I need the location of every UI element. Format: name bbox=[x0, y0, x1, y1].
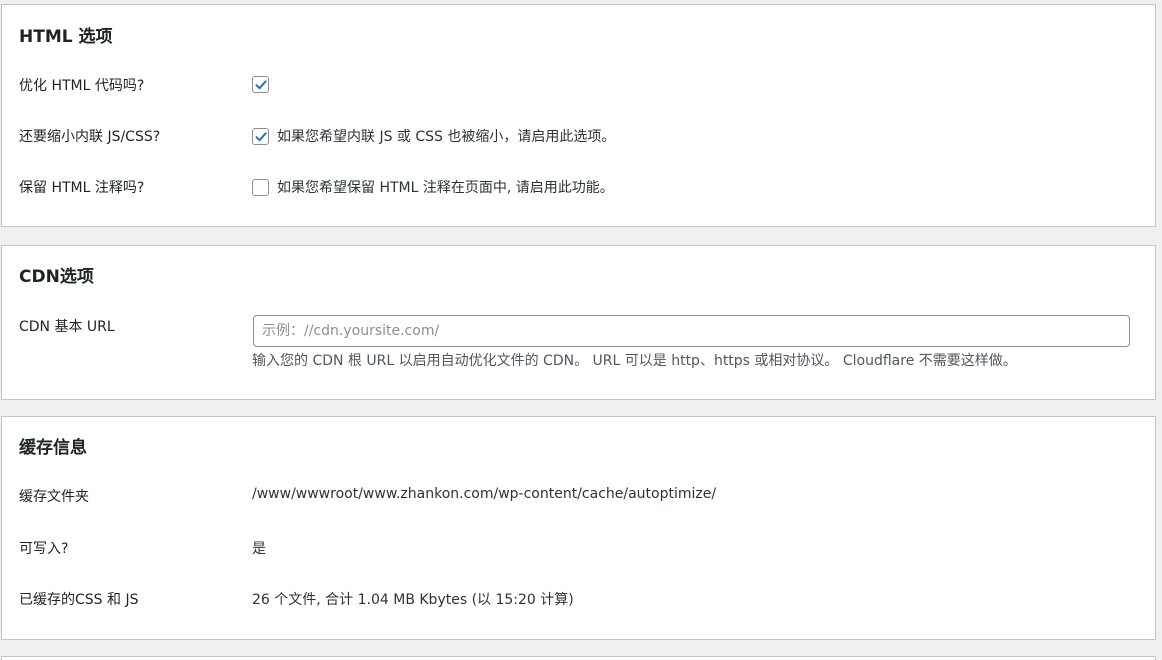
next-panel-edge bbox=[1, 656, 1156, 660]
writable-value: 是 bbox=[252, 541, 266, 557]
writable-label: 可写入? bbox=[19, 541, 69, 557]
optimize-html-label: 优化 HTML 代码吗? bbox=[19, 78, 145, 94]
minify-inline-description: 如果您希望内联 JS 或 CSS 也被缩小，请启用此选项。 bbox=[277, 129, 616, 145]
cdn-options-panel: CDN选项 CDN 基本 URL 输入您的 CDN 根 URL 以启用自动优化文… bbox=[1, 245, 1156, 400]
optimize-html-field bbox=[252, 76, 277, 93]
checkmark-icon bbox=[255, 131, 267, 141]
minify-inline-label: 还要缩小内联 JS/CSS? bbox=[19, 129, 161, 145]
settings-page: HTML 选项 优化 HTML 代码吗? 还要缩小内联 JS/CSS? 如果您希… bbox=[0, 0, 1162, 660]
cdn-options-title: CDN选项 bbox=[19, 267, 94, 287]
html-options-title: HTML 选项 bbox=[19, 27, 113, 47]
cached-files-label: 已缓存的CSS 和 JS bbox=[19, 592, 139, 608]
cdn-url-label: CDN 基本 URL bbox=[19, 319, 115, 335]
minify-inline-checkbox[interactable] bbox=[252, 127, 269, 145]
cached-files-value: 26 个文件, 合计 1.04 MB Kbytes (以 15:20 计算) bbox=[252, 592, 574, 608]
cache-folder-value: /www/wwwroot/www.zhankon.com/wp-content/… bbox=[252, 486, 717, 502]
cdn-url-help: 输入您的 CDN 根 URL 以启用自动优化文件的 CDN。 URL 可以是 h… bbox=[252, 353, 1017, 369]
checkmark-icon bbox=[255, 80, 267, 90]
keep-comments-field: 如果您希望保留 HTML 注释在页面中, 请启用此功能。 bbox=[252, 177, 614, 197]
keep-comments-label: 保留 HTML 注释吗? bbox=[19, 180, 145, 196]
cache-folder-label: 缓存文件夹 bbox=[19, 489, 89, 505]
optimize-html-checkbox[interactable] bbox=[252, 76, 269, 93]
keep-comments-checkbox[interactable] bbox=[252, 178, 269, 196]
cdn-url-input[interactable] bbox=[253, 315, 1130, 347]
cache-info-panel: 缓存信息 缓存文件夹 /www/wwwroot/www.zhankon.com/… bbox=[1, 416, 1156, 640]
cache-info-title: 缓存信息 bbox=[19, 438, 87, 458]
html-options-panel: HTML 选项 优化 HTML 代码吗? 还要缩小内联 JS/CSS? 如果您希… bbox=[1, 4, 1156, 227]
minify-inline-field: 如果您希望内联 JS 或 CSS 也被缩小，请启用此选项。 bbox=[252, 126, 615, 146]
keep-comments-description: 如果您希望保留 HTML 注释在页面中, 请启用此功能。 bbox=[277, 180, 614, 196]
